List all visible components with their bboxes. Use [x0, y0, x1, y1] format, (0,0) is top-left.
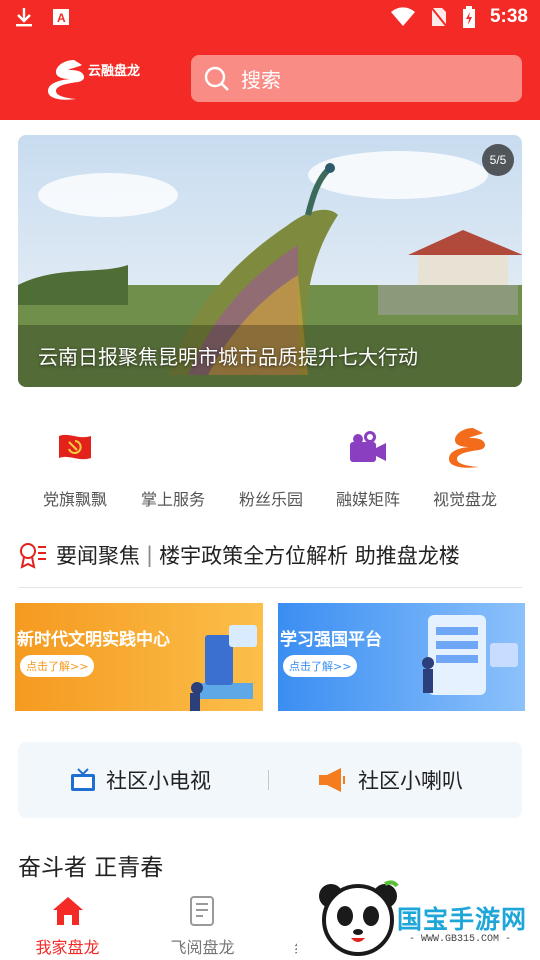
promo-study-platform[interactable]: 学习强国平台 点击了解>>	[278, 603, 525, 711]
divider	[18, 587, 522, 588]
headline-separator: |	[146, 543, 154, 567]
panda-logo-icon	[319, 880, 399, 956]
party-flag-icon	[59, 434, 91, 460]
logo-text: 云融盘龙	[88, 64, 141, 79]
headline-ticker[interactable]: 要闻聚焦 | 楼宇政策全方位解析 助推盘龙楼	[18, 535, 522, 575]
quick-nav-label: 融媒矩阵	[335, 490, 400, 509]
fans-icon	[251, 428, 291, 468]
quick-nav-service[interactable]: 掌上服务	[124, 420, 222, 520]
quick-nav-visual-panlong[interactable]: 视觉盘龙	[416, 420, 514, 520]
watermark-overlay: 国宝手游网 - WWW.GB315.COM -	[297, 870, 540, 960]
wifi-icon	[390, 7, 415, 27]
quick-nav-label: 掌上服务	[140, 490, 205, 509]
promo-learn-more-button[interactable]: 点击了解>>	[20, 655, 95, 677]
community-label: 社区小电视	[106, 769, 211, 793]
community-speaker[interactable]: 社区小喇叭	[318, 742, 463, 818]
status-bar: A 5:38	[0, 0, 540, 40]
quick-nav: 党旗飘飘 掌上服务 粉丝乐园 融媒矩阵 视觉盘龙	[0, 420, 540, 520]
tab-label: 我家盘龙	[35, 938, 100, 957]
quick-nav-label: 粉丝乐园	[238, 490, 303, 509]
dragon-logo-icon	[48, 60, 85, 100]
status-time: 5:38	[489, 6, 528, 27]
document-icon	[189, 896, 214, 926]
service-icon	[153, 428, 193, 468]
watermark-title: 国宝手游网	[397, 905, 528, 934]
quick-nav-label: 视觉盘龙	[432, 490, 497, 509]
svg-text:A: A	[57, 11, 66, 25]
community-bar: 社区小电视 社区小喇叭	[18, 742, 522, 818]
promo-civilization-center[interactable]: 新时代文明实践中心 点击了解>>	[15, 603, 263, 711]
app-logo[interactable]: 云融盘龙	[44, 54, 154, 106]
home-icon	[52, 897, 83, 925]
video-camera-icon	[350, 431, 386, 462]
dragon-logo-icon	[449, 428, 486, 468]
search-placeholder: 搜索	[241, 68, 281, 92]
community-label: 社区小喇叭	[358, 769, 463, 793]
app-notification-icon: A	[53, 9, 69, 25]
watermark-url: - WWW.GB315.COM -	[409, 934, 512, 945]
quick-nav-label: 党旗飘飘	[42, 490, 107, 509]
battery-icon	[462, 6, 475, 28]
promo-title: 新时代文明实践中心	[17, 630, 170, 650]
tv-icon	[71, 768, 95, 791]
headline-text: 楼宇政策全方位解析 助推盘龙楼	[159, 544, 460, 568]
app-header: 云融盘龙 搜索	[0, 40, 540, 120]
quick-nav-media-matrix[interactable]: 融媒矩阵	[319, 420, 417, 520]
banner-carousel[interactable]: 5/5 云南日报聚焦昆明市城市品质提升七大行动	[18, 135, 522, 387]
no-sim-icon	[430, 6, 448, 28]
promo-title: 学习强国平台	[280, 630, 382, 650]
quick-nav-fans[interactable]: 粉丝乐园	[222, 420, 320, 520]
section-title: 奋斗者 正青春	[18, 855, 164, 881]
promo-learn-more-button[interactable]: 点击了解>>	[283, 655, 358, 677]
award-ribbon-icon	[20, 543, 46, 569]
banner-page-counter: 5/5	[482, 144, 514, 176]
quick-nav-party-flag[interactable]: 党旗飘飘	[26, 420, 124, 520]
tab-my-panlong[interactable]: 我家盘龙	[0, 888, 135, 960]
banner-caption: 云南日报聚焦昆明市城市品质提升七大行动	[38, 345, 418, 369]
search-box[interactable]: 搜索	[191, 55, 522, 102]
community-tv[interactable]: 社区小电视	[70, 742, 211, 818]
community-separator	[268, 770, 269, 790]
download-icon	[16, 8, 32, 27]
headline-title: 要闻聚焦	[56, 544, 140, 568]
megaphone-icon	[319, 768, 345, 792]
search-icon	[204, 66, 229, 91]
